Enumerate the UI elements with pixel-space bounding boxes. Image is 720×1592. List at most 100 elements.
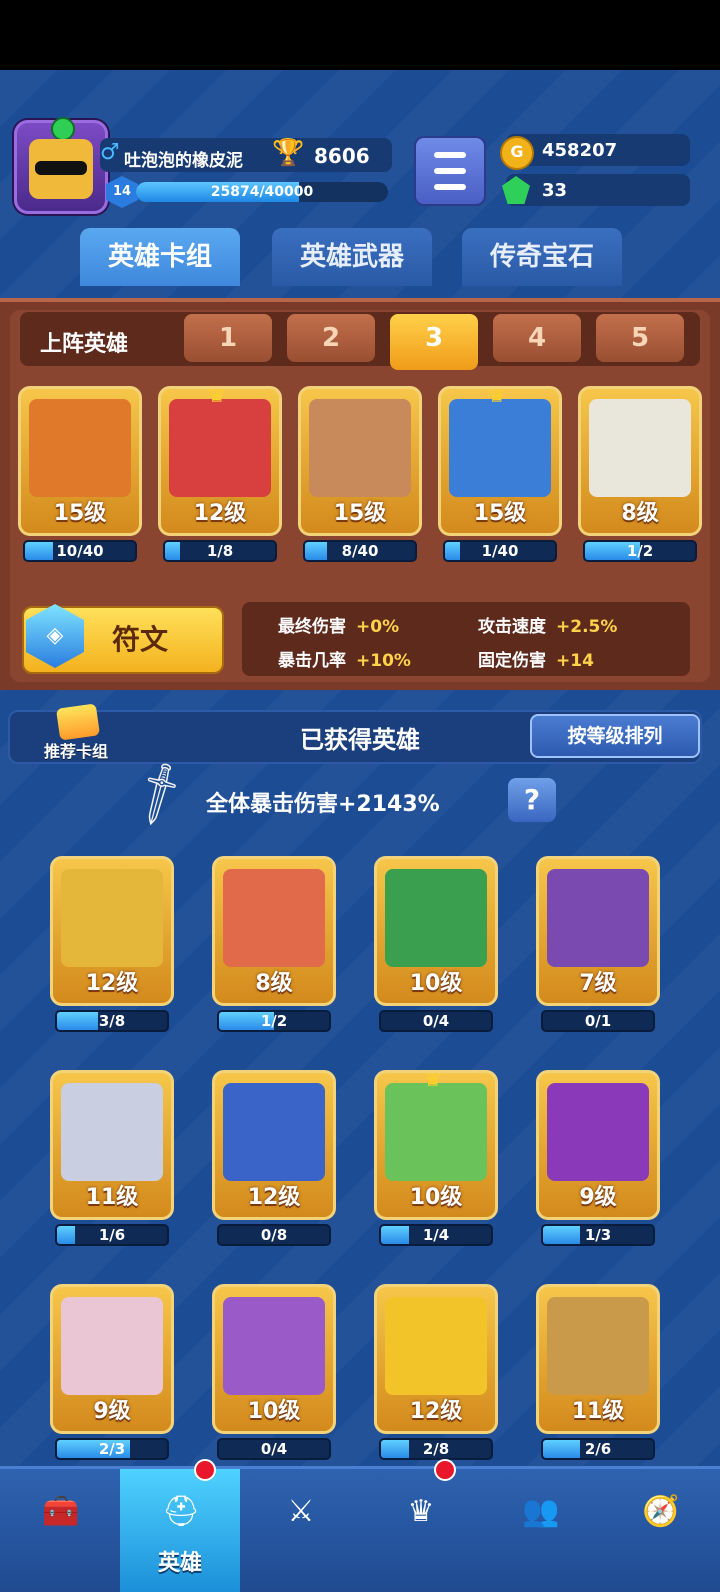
menu-button[interactable] [414, 136, 486, 206]
progress-text: 3/8 [98, 1012, 126, 1030]
treasure-chest-icon: 🧰 [42, 1494, 80, 1529]
progress-text: 10/40 [56, 542, 104, 560]
hero-portrait [61, 1297, 163, 1395]
progress-text: 1/3 [584, 1226, 612, 1244]
hero-portrait [223, 869, 325, 967]
hero-card-progress: 1/40 [443, 540, 557, 562]
progress-text: 2/3 [98, 1440, 126, 1458]
nav-item-compass[interactable]: 🧭 [600, 1469, 720, 1592]
tab-hero-weapons[interactable]: 英雄武器 [272, 228, 432, 286]
hero-portrait [223, 1297, 325, 1395]
gold-amount: 458207 [542, 140, 618, 161]
progress-text: 1/2 [626, 542, 654, 560]
owned-hero-card[interactable]: 11级 [50, 1070, 174, 1220]
progress-text: 0/4 [260, 1440, 288, 1458]
owned-hero-card[interactable]: 10级 [374, 856, 498, 1006]
owned-hero-card[interactable]: 7级 [536, 856, 660, 1006]
nav-item-crown-shield[interactable]: ♛ [360, 1459, 480, 1592]
lineup-hero-card[interactable]: ♛ 12级 [158, 386, 282, 536]
hero-level: 12级 [409, 1399, 463, 1424]
stat-fixed-damage: 固定伤害 +14 [478, 651, 594, 671]
hero-level: 12级 [247, 1185, 301, 1210]
player-avatar[interactable] [14, 117, 108, 214]
progress-text: 1/40 [481, 542, 519, 560]
nav-item-knight-helmet[interactable]: ⛑ 英雄 [120, 1459, 240, 1592]
hero-portrait [29, 399, 131, 497]
hero-portrait [589, 399, 691, 497]
tab-hero-deck[interactable]: 英雄卡组 [80, 228, 240, 286]
owned-hero-card[interactable]: 12级 [50, 856, 174, 1006]
hero-level: 8级 [255, 971, 293, 996]
lineup-slot-2[interactable]: 2 [287, 314, 375, 362]
owned-hero-card[interactable]: 12级 [212, 1070, 336, 1220]
lineup-hero-card[interactable]: ♛ 15级 [438, 386, 562, 536]
owned-hero-card[interactable]: 10级 [212, 1284, 336, 1434]
progress-text: 2/6 [584, 1440, 612, 1458]
nav-label: 英雄 [157, 1551, 202, 1576]
hero-portrait [309, 399, 411, 497]
hero-card-progress: 0/1 [541, 1010, 655, 1032]
gold-coin-icon: G [500, 136, 534, 170]
nav-item-crossed-swords[interactable]: ⚔ [240, 1469, 360, 1592]
lineup-hero-card[interactable]: 8级 [578, 386, 702, 536]
gem-bar [506, 174, 690, 206]
hero-portrait [547, 1083, 649, 1181]
hero-card-progress: 0/8 [217, 1224, 331, 1246]
crown-icon: ♛ [423, 1070, 443, 1092]
hero-portrait [385, 1083, 487, 1181]
hero-card-progress: 10/40 [23, 540, 137, 562]
hero-card-progress: 2/3 [55, 1438, 169, 1460]
tab-legendary-gems[interactable]: 传奇宝石 [462, 228, 622, 286]
menu-icon [434, 152, 466, 158]
hero-level: 15级 [53, 501, 107, 526]
owned-hero-card[interactable]: 12级 [374, 1284, 498, 1434]
owned-hero-card[interactable]: 9级 [536, 1070, 660, 1220]
progress-text: 0/4 [422, 1012, 450, 1030]
hero-card-progress: 1/8 [163, 540, 277, 562]
hero-portrait [223, 1083, 325, 1181]
lineup-slot-3[interactable]: 3 [390, 314, 478, 370]
trophy-icon: 🏆 [272, 138, 305, 168]
xp-text: 25874/40000 [210, 184, 314, 200]
progress-text: 1/2 [260, 1012, 288, 1030]
notification-dot [434, 1459, 456, 1481]
stat-attack-speed: 攻击速度 +2.5% [478, 617, 618, 637]
player-name: 吐泡泡的橡皮泥 [124, 151, 243, 171]
hero-card-progress: 1/4 [379, 1224, 493, 1246]
owned-hero-card[interactable]: 11级 [536, 1284, 660, 1434]
hero-level: 10级 [247, 1399, 301, 1424]
lineup-hero-card[interactable]: 15级 [18, 386, 142, 536]
avatar-gem-icon [51, 117, 75, 141]
lineup-slot-1[interactable]: 1 [184, 314, 272, 362]
sunglasses-icon [35, 161, 87, 175]
game-screen: ♂ 吐泡泡的橡皮泥 🏆 8606 1 4 25874/40000 G 458207… [0, 70, 720, 1592]
nav-item-group[interactable]: 👥 [480, 1469, 600, 1592]
male-icon: ♂ [100, 140, 120, 165]
hero-level: 12级 [193, 501, 247, 526]
owned-hero-card[interactable]: 8级 [212, 856, 336, 1006]
hero-card-progress: 1/6 [55, 1224, 169, 1246]
progress-text: 8/40 [341, 542, 379, 560]
sort-by-level-button[interactable]: 按等级排列 [530, 714, 700, 758]
hero-portrait [61, 1083, 163, 1181]
hero-card-progress: 0/4 [379, 1010, 493, 1032]
hero-level: 15级 [333, 501, 387, 526]
lineup-hero-card[interactable]: 15级 [298, 386, 422, 536]
lineup-slot-5[interactable]: 5 [596, 314, 684, 362]
hero-level: 7级 [579, 971, 617, 996]
hero-level: 11级 [85, 1185, 139, 1210]
hero-card-progress: 1/2 [217, 1010, 331, 1032]
hero-portrait [547, 1297, 649, 1395]
progress-text: 1/4 [422, 1226, 450, 1244]
lineup-slot-4[interactable]: 4 [493, 314, 581, 362]
knight-helmet-icon: ⛑ [161, 1494, 201, 1529]
hero-portrait [385, 869, 487, 967]
help-button[interactable]: ? [508, 778, 556, 822]
owned-hero-card[interactable]: ♛ 10级 [374, 1070, 498, 1220]
trophy-count: 8606 [314, 144, 370, 168]
hero-portrait [449, 399, 551, 497]
owned-hero-card[interactable]: 9级 [50, 1284, 174, 1434]
compass-icon: 🧭 [642, 1494, 680, 1529]
nav-item-treasure-chest[interactable]: 🧰 [0, 1469, 120, 1592]
hero-level: 8级 [621, 501, 659, 526]
